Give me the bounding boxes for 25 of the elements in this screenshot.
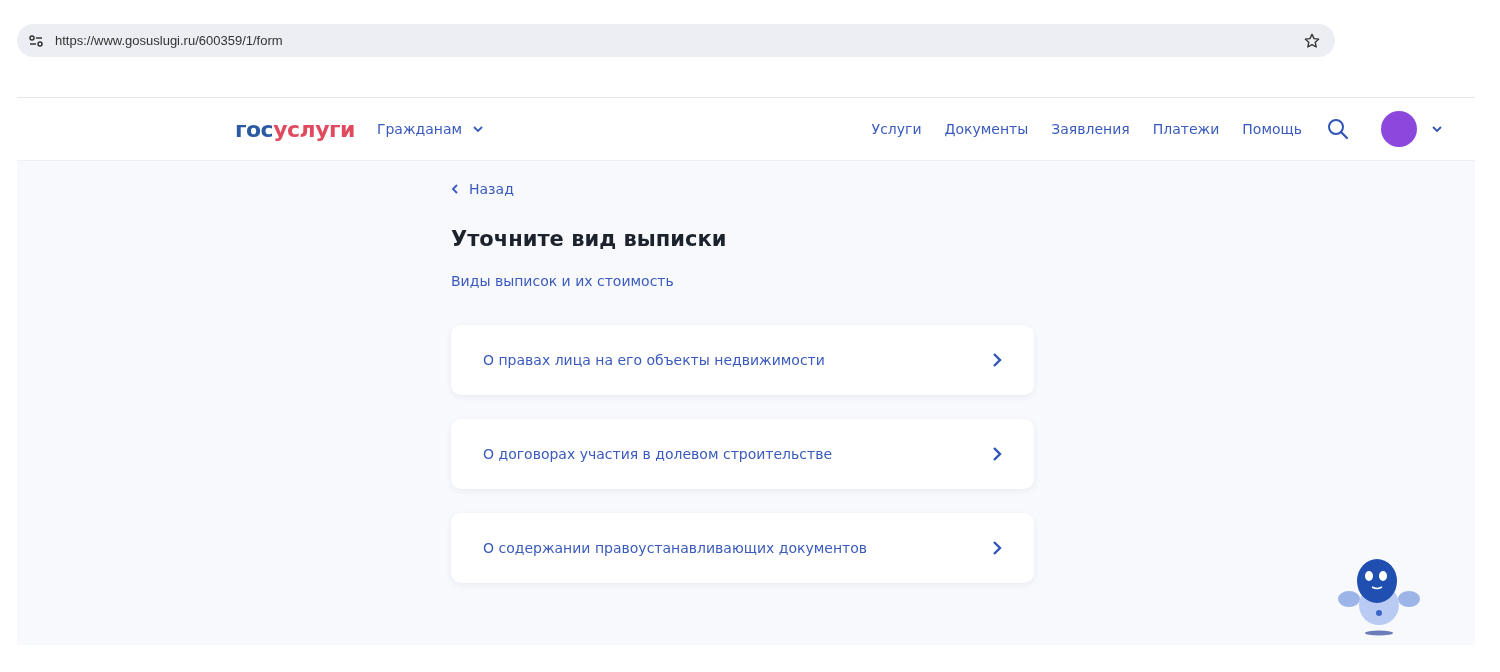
chevron-left-icon — [451, 183, 459, 195]
option-card[interactable]: О правах лица на его объекты недвижимости — [451, 325, 1034, 395]
chevron-right-icon — [992, 352, 1002, 368]
site-settings-icon[interactable] — [29, 34, 43, 47]
chevron-down-icon — [472, 125, 485, 133]
star-icon[interactable] — [1303, 31, 1321, 50]
nav-link[interactable]: Документы — [944, 121, 1029, 137]
nav-link[interactable]: Заявления — [1051, 121, 1130, 137]
url-text: https://www.gosuslugi.ru/600359/1/form — [55, 33, 284, 48]
chevron-right-icon — [992, 540, 1002, 556]
avatar[interactable] — [1381, 111, 1417, 147]
nav-link[interactable]: Услуги — [871, 121, 922, 137]
option-card[interactable]: О содержании правоустанавливающих документов — [451, 513, 1034, 583]
back-link[interactable]: Назад — [451, 181, 514, 197]
prices-link[interactable]: Виды выписок и их стоимость — [451, 273, 674, 289]
chevron-down-icon[interactable] — [1431, 125, 1443, 133]
nav-link[interactable]: Помощь — [1242, 121, 1302, 137]
logo[interactable]: госуслуги — [235, 116, 355, 142]
nav-link[interactable]: Платежи — [1152, 121, 1220, 137]
page-title: Уточните вид выписки — [451, 227, 728, 251]
audience-dropdown[interactable]: Гражданам — [376, 121, 485, 137]
chevron-right-icon — [992, 446, 1002, 462]
option-card[interactable]: О договорах участия в долевом строительстве — [451, 419, 1034, 489]
address-bar[interactable]: https://www.gosuslugi.ru/600359/1/form — [17, 24, 1335, 57]
search-icon[interactable] — [1327, 118, 1349, 140]
